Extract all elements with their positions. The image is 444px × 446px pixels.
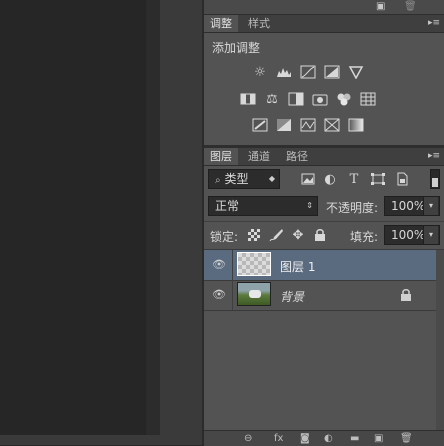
layers-tab-bar: 图层 通道 路径 ▸≡ [204, 148, 444, 166]
link-layers-icon[interactable]: ⊖ [244, 433, 252, 444]
lock-position-icon[interactable]: ✥ [290, 228, 306, 243]
search-icon: ⌕ [215, 175, 221, 186]
levels-icon[interactable] [276, 65, 292, 79]
canvas-scroll-region [146, 0, 160, 445]
vibrance-icon[interactable] [348, 65, 364, 79]
curves-icon[interactable] [300, 65, 316, 79]
eye-icon[interactable]: 👁 [212, 288, 226, 302]
opacity-label: 不透明度: [326, 201, 379, 215]
visibility-divider [232, 280, 233, 310]
previous-panel-footer: ▣ 🗑 [204, 0, 444, 15]
tab-styles[interactable]: 样式 [242, 15, 276, 32]
delete-layer-icon[interactable]: 🗑 [400, 433, 413, 444]
layers-list: 👁 图层 1 👁 背景 [204, 250, 444, 430]
row-divider [204, 221, 444, 222]
color-lookup-icon[interactable] [360, 92, 376, 106]
opacity-dropdown-icon[interactable]: ▾ [423, 197, 438, 215]
tab-channels[interactable]: 通道 [242, 148, 276, 165]
layer-row-background[interactable]: 👁 背景 [204, 280, 436, 311]
filter-type-icon[interactable]: T [346, 172, 362, 187]
filter-smart-object-icon[interactable] [394, 172, 410, 186]
chevron-down-icon: ◆ [268, 174, 275, 183]
selective-color-icon[interactable] [324, 118, 340, 132]
canvas-bottom-strip [0, 435, 160, 445]
fill-label: 填充: [350, 230, 379, 244]
lock-label: 锁定: [210, 230, 239, 244]
tab-adjustments[interactable]: 调整 [204, 15, 238, 32]
document-canvas-area[interactable] [0, 0, 146, 445]
photo-filter-icon[interactable] [312, 92, 328, 106]
filter-adjustment-icon[interactable]: ◐ [322, 172, 338, 187]
adjustments-tab-bar: 调整 样式 ▸≡ [204, 15, 444, 33]
right-panel-dock: ▣ 🗑 调整 样式 ▸≡ 添加调整 ☼ ⚖ 图层 通道 路径 ▸≡ ⌕ 类型 ◆… [204, 0, 444, 446]
lock-icon [400, 288, 412, 302]
adjustments-heading: 添加调整 [212, 41, 261, 55]
layers-panel: 图层 通道 路径 ▸≡ ⌕ 类型 ◆ ◐ T 正常 ⇕ 不透明度: 100% ▾… [204, 148, 444, 446]
layer-row-layer1[interactable]: 👁 图层 1 [204, 250, 436, 281]
panel-menu-icon[interactable]: ▸≡ [428, 151, 440, 161]
filter-shape-icon[interactable] [370, 172, 386, 186]
filter-pixel-icon[interactable] [300, 172, 316, 186]
threshold-icon[interactable] [300, 118, 316, 132]
exposure-icon[interactable] [324, 65, 340, 79]
new-group-icon[interactable]: ▬ [350, 433, 359, 444]
new-layer-icon[interactable]: ▣ [374, 433, 383, 444]
blend-mode-value: 正常 [215, 199, 240, 213]
fill-value: 100% [391, 228, 426, 242]
fill-dropdown-icon[interactable]: ▾ [423, 226, 438, 244]
opacity-value: 100% [391, 199, 426, 213]
layer-filter-value: 类型 [224, 172, 249, 186]
gradient-map-icon[interactable] [348, 118, 364, 132]
new-item-icon[interactable]: ▣ [376, 1, 385, 12]
panel-menu-icon[interactable]: ▸≡ [428, 18, 440, 28]
posterize-icon[interactable] [276, 118, 292, 132]
lock-transparent-pixels-icon[interactable] [246, 228, 262, 242]
layer-name[interactable]: 图层 1 [280, 258, 315, 275]
adjustments-panel: 调整 样式 ▸≡ 添加调整 ☼ ⚖ [204, 15, 444, 145]
lock-all-icon[interactable] [312, 228, 328, 242]
layers-bottom-toolbar: ⊖ fx ◙ ◐ ▬ ▣ 🗑 [204, 430, 444, 446]
tab-layers[interactable]: 图层 [204, 148, 238, 165]
trash-icon[interactable]: 🗑 [404, 1, 417, 12]
chevron-up-down-icon: ⇕ [306, 201, 313, 210]
channel-mixer-icon[interactable] [336, 92, 352, 106]
layer-name[interactable]: 背景 [280, 288, 304, 305]
add-mask-icon[interactable]: ◙ [300, 433, 310, 444]
filter-toggle[interactable] [430, 169, 440, 189]
new-adjustment-layer-icon[interactable]: ◐ [324, 433, 333, 444]
panel-dock-gap [160, 0, 202, 445]
brightness-contrast-icon[interactable]: ☼ [252, 65, 268, 80]
layer-style-icon[interactable]: fx [274, 433, 283, 444]
blend-mode-select[interactable]: 正常 ⇕ [208, 196, 318, 216]
color-balance-icon[interactable]: ⚖ [264, 92, 280, 107]
opacity-input[interactable]: 100% ▾ [384, 196, 440, 216]
layer-thumbnail [237, 282, 271, 306]
black-white-icon[interactable] [288, 92, 304, 106]
invert-icon[interactable] [252, 118, 268, 132]
layer-filter-select[interactable]: ⌕ 类型 ◆ [208, 169, 280, 189]
layers-scrollbar[interactable] [436, 250, 444, 430]
tab-paths[interactable]: 路径 [280, 148, 314, 165]
hue-saturation-icon[interactable] [240, 92, 256, 106]
lock-image-pixels-icon[interactable] [268, 228, 284, 242]
eye-icon[interactable]: 👁 [212, 258, 226, 272]
layer-thumbnail [237, 252, 271, 276]
fill-input[interactable]: 100% ▾ [384, 225, 440, 245]
visibility-divider [232, 250, 233, 280]
